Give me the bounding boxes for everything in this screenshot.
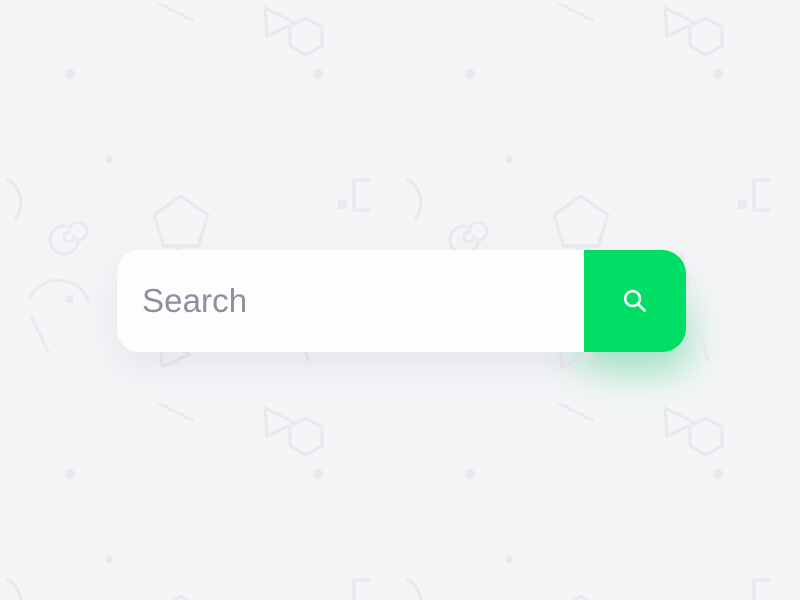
search-input-field[interactable] (117, 250, 584, 352)
search-input[interactable] (142, 282, 584, 320)
search-bar (117, 250, 686, 352)
search-submit-button[interactable] (584, 250, 686, 352)
search-icon (623, 289, 646, 312)
